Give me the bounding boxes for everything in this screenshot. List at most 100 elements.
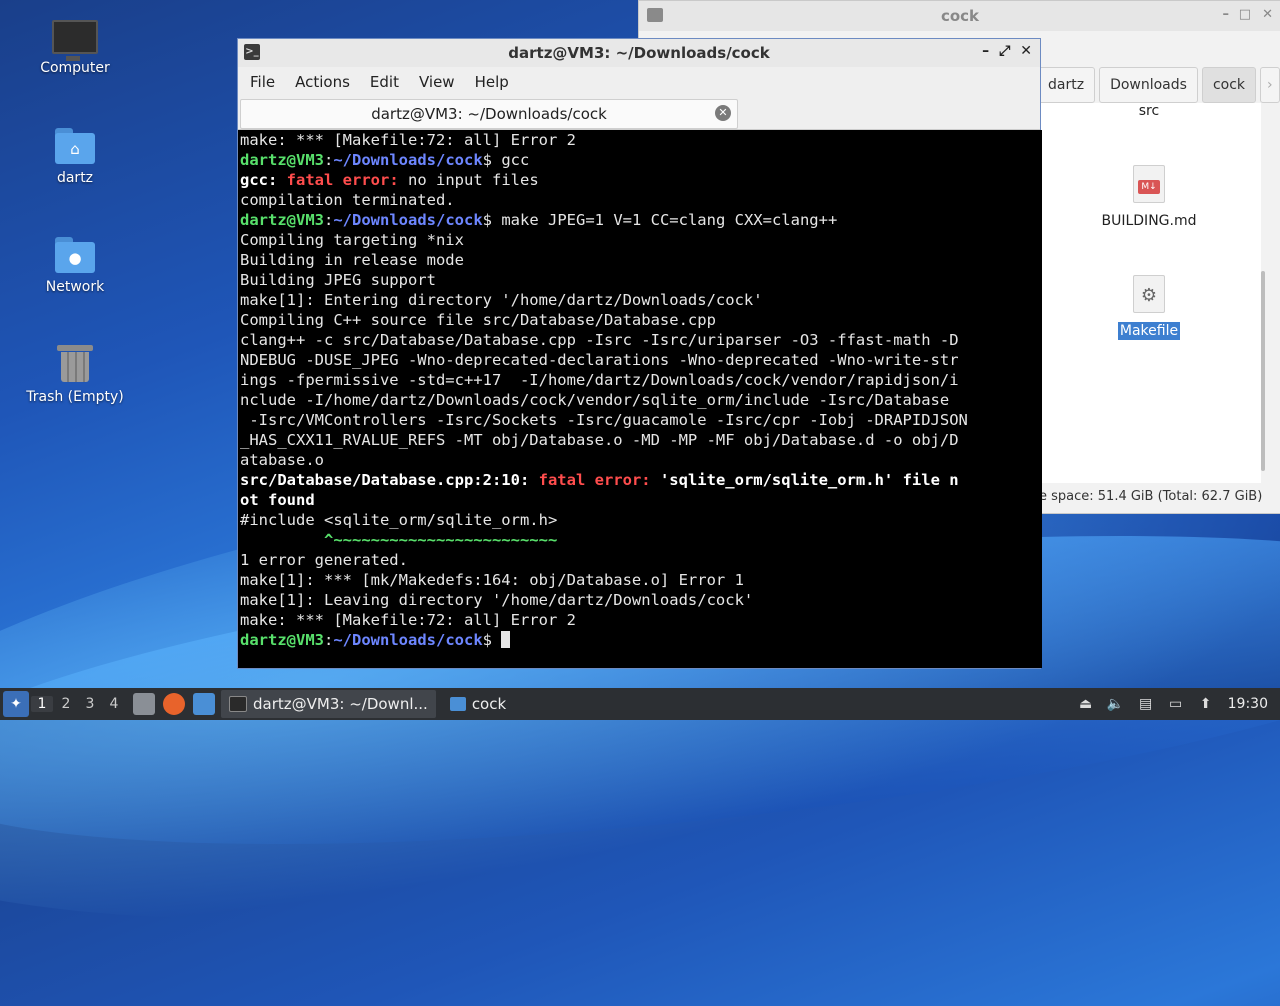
network-folder-icon: ● <box>55 237 95 273</box>
folder-icon <box>647 8 663 22</box>
workspace-4[interactable]: 4 <box>103 696 125 712</box>
maximize-icon[interactable]: □ <box>1239 7 1251 22</box>
breadcrumb: dartz Downloads cock › <box>1037 67 1280 103</box>
file-item-src[interactable]: src <box>1089 103 1209 119</box>
output-line: compilation terminated. <box>240 191 455 209</box>
output-line: #include <sqlite_orm/sqlite_orm.h> <box>240 511 558 529</box>
output-line: make[1]: Leaving directory '/home/dartz/… <box>240 591 754 609</box>
close-icon[interactable]: ✕ <box>1020 43 1032 59</box>
output-line: NDEBUG -DUSE_JPEG -Wno-deprecated-declar… <box>240 351 959 369</box>
menu-bar: File Actions Edit View Help <box>238 67 1040 97</box>
prompt-line: dartz@VM3:~/Downloads/cock$ <box>240 630 1042 650</box>
file-name: Makefile <box>1117 322 1181 340</box>
breadcrumb-cock[interactable]: cock <box>1201 67 1257 103</box>
start-menu-icon[interactable]: ✦ <box>3 691 29 717</box>
output-line: gcc: fatal error: no input files <box>240 171 539 189</box>
output-line: Compiling C++ source file src/Database/D… <box>240 311 716 329</box>
desktop-icon-label: Trash (Empty) <box>26 389 124 405</box>
desktop-icon-label: Network <box>45 279 105 295</box>
minimize-icon[interactable]: – <box>1223 7 1230 22</box>
makefile-icon: ⚙ <box>1133 275 1165 313</box>
output-line: Building in release mode <box>240 251 464 269</box>
file-manager-titlebar[interactable]: cock – □ ✕ <box>639 1 1280 31</box>
trash-icon <box>57 345 93 383</box>
tab-close-icon[interactable]: ✕ <box>715 105 731 121</box>
text-cursor <box>501 631 511 648</box>
breadcrumb-dartz[interactable]: dartz <box>1037 67 1096 103</box>
output-line: 1 error generated. <box>240 551 408 569</box>
clock[interactable]: 19:30 <box>1228 696 1268 712</box>
error-line: src/Database/Database.cpp:2:10: fatal er… <box>240 471 959 489</box>
terminal-window[interactable]: >_ dartz@VM3: ~/Downloads/cock – ⤢ ✕ Fil… <box>237 38 1042 669</box>
chevron-right-icon[interactable]: › <box>1260 67 1280 103</box>
output-line: Building JPEG support <box>240 271 436 289</box>
output-line: nclude -I/home/dartz/Downloads/cock/vend… <box>240 391 950 409</box>
clipboard-icon[interactable]: ▤ <box>1134 696 1158 712</box>
menu-file[interactable]: File <box>242 73 283 91</box>
output-line: make: *** [Makefile:72: all] Error 2 <box>240 131 576 149</box>
output-line: -Isrc/VMControllers -Isrc/Sockets -Isrc/… <box>240 411 968 429</box>
markdown-file-icon: M↓ <box>1133 165 1165 203</box>
menu-view[interactable]: View <box>411 73 463 91</box>
home-folder-icon: ⌂ <box>55 128 95 164</box>
firefox-icon[interactable] <box>163 693 185 715</box>
caret-line: ^~~~~~~~~~~~~~~~~~~~~~~~~ <box>240 531 558 549</box>
terminal-icon <box>229 696 247 712</box>
output-line: ings -fpermissive -std=c++17 -I/home/dar… <box>240 371 959 389</box>
close-icon[interactable]: ✕ <box>1262 7 1273 22</box>
terminal-output[interactable]: make: *** [Makefile:72: all] Error 2 dar… <box>238 130 1042 668</box>
status-bar: e space: 51.4 GiB (Total: 62.7 GiB) <box>1039 489 1263 504</box>
output-line: make: *** [Makefile:72: all] Error 2 <box>240 611 576 629</box>
terminal-titlebar[interactable]: >_ dartz@VM3: ~/Downloads/cock – ⤢ ✕ <box>238 39 1040 67</box>
eject-icon[interactable]: ⏏ <box>1074 696 1098 712</box>
desktop-icon-network[interactable]: ● Network <box>15 237 135 295</box>
maximize-icon[interactable]: ⤢ <box>999 43 1010 59</box>
task-label: dartz@VM3: ~/Downl... <box>253 695 428 713</box>
file-view[interactable]: src M↓ BUILDING.md ⚙ Makefile <box>1039 103 1261 483</box>
update-icon[interactable]: ⬆ <box>1194 696 1218 712</box>
file-name: BUILDING.md <box>1101 213 1197 229</box>
computer-icon <box>52 20 98 61</box>
workspace-3[interactable]: 3 <box>79 696 101 712</box>
task-label: cock <box>471 695 507 713</box>
system-tray: ⏏ 🔈 ▤ ▭ ⬆ 19:30 <box>1068 688 1280 720</box>
network-icon[interactable]: ▭ <box>1164 696 1188 712</box>
show-desktop-icon[interactable] <box>133 693 155 715</box>
file-manager-title: cock <box>940 7 980 25</box>
desktop-icon-label: Computer <box>40 60 110 76</box>
menu-edit[interactable]: Edit <box>362 73 407 91</box>
scrollbar[interactable] <box>1261 271 1265 471</box>
file-name: src <box>1138 103 1160 119</box>
taskbar: ✦ 1 2 3 4 dartz@VM3: ~/Downl... cock ⏏ 🔈… <box>0 688 1280 720</box>
workspace-1[interactable]: 1 <box>31 696 53 712</box>
minimize-icon[interactable]: – <box>982 43 989 59</box>
task-file-manager[interactable]: cock <box>442 690 514 718</box>
output-line: make[1]: *** [mk/Makedefs:164: obj/Datab… <box>240 571 744 589</box>
file-item-makefile[interactable]: ⚙ Makefile <box>1089 275 1209 340</box>
file-manager-launcher-icon[interactable] <box>193 693 215 715</box>
menu-actions[interactable]: Actions <box>287 73 358 91</box>
task-terminal[interactable]: dartz@VM3: ~/Downl... <box>221 690 436 718</box>
error-line: ot found <box>240 491 315 509</box>
terminal-title: dartz@VM3: ~/Downloads/cock <box>508 44 770 62</box>
tab-bar: dartz@VM3: ~/Downloads/cock ✕ <box>238 97 1040 130</box>
prompt-line: dartz@VM3:~/Downloads/cock$ make JPEG=1 … <box>240 211 838 229</box>
desktop-icon-computer[interactable]: Computer <box>15 20 135 76</box>
workspace-2[interactable]: 2 <box>55 696 77 712</box>
desktop-icon-trash[interactable]: Trash (Empty) <box>15 345 135 405</box>
folder-icon <box>449 697 466 711</box>
terminal-icon: >_ <box>244 44 260 60</box>
menu-help[interactable]: Help <box>467 73 517 91</box>
tab-title: dartz@VM3: ~/Downloads/cock <box>371 105 607 123</box>
file-item-building-md[interactable]: M↓ BUILDING.md <box>1089 165 1209 229</box>
output-line: _HAS_CXX11_RVALUE_REFS -MT obj/Database.… <box>240 431 959 449</box>
desktop-icon-home[interactable]: ⌂ dartz <box>15 128 135 186</box>
output-line: clang++ -c src/Database/Database.cpp -Is… <box>240 331 959 349</box>
desktop-icon-label: dartz <box>56 170 94 186</box>
volume-icon[interactable]: 🔈 <box>1104 696 1128 712</box>
output-line: Compiling targeting *nix <box>240 231 464 249</box>
prompt-line: dartz@VM3:~/Downloads/cock$ gcc <box>240 151 530 169</box>
terminal-tab[interactable]: dartz@VM3: ~/Downloads/cock ✕ <box>240 99 738 129</box>
breadcrumb-downloads[interactable]: Downloads <box>1099 67 1198 103</box>
output-line: atabase.o <box>240 451 324 469</box>
